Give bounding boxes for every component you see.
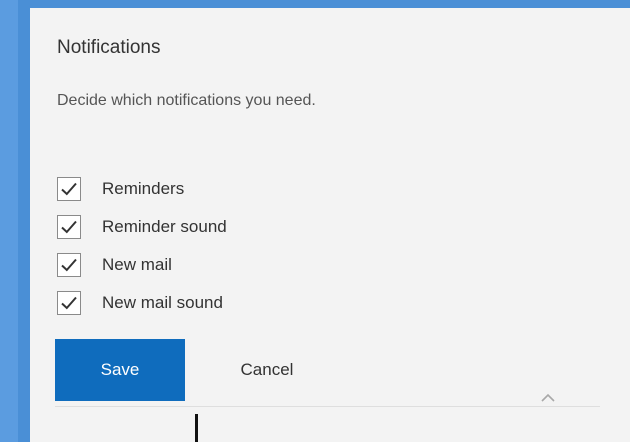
save-button[interactable]: Save xyxy=(55,339,185,401)
option-reminders[interactable]: Reminders xyxy=(57,170,227,208)
panel-description: Decide which notifications you need. xyxy=(57,92,316,109)
new-mail-sound-checkbox[interactable] xyxy=(57,291,81,315)
reminders-checkbox[interactable] xyxy=(57,177,81,201)
option-reminder-sound[interactable]: Reminder sound xyxy=(57,208,227,246)
text-cursor xyxy=(195,414,198,442)
panel-title: Notifications xyxy=(57,37,161,58)
reminder-sound-checkbox[interactable] xyxy=(57,215,81,239)
notification-options: Reminders Reminder sound New mail New ma… xyxy=(57,170,227,322)
new-mail-checkbox[interactable] xyxy=(57,253,81,277)
option-new-mail-sound[interactable]: New mail sound xyxy=(57,284,227,322)
option-new-mail[interactable]: New mail xyxy=(57,246,227,284)
checkmark-icon xyxy=(61,220,77,234)
cancel-button[interactable]: Cancel xyxy=(212,339,322,401)
option-label: Reminders xyxy=(102,179,185,198)
checkmark-icon xyxy=(61,182,77,196)
option-label: New mail xyxy=(102,255,172,274)
chevron-up-icon[interactable] xyxy=(540,392,556,404)
option-label: Reminder sound xyxy=(102,217,227,236)
checkmark-icon xyxy=(61,296,77,310)
option-label: New mail sound xyxy=(102,293,223,312)
window-frame-edge xyxy=(0,0,18,442)
section-divider xyxy=(55,406,600,407)
checkmark-icon xyxy=(61,258,77,272)
